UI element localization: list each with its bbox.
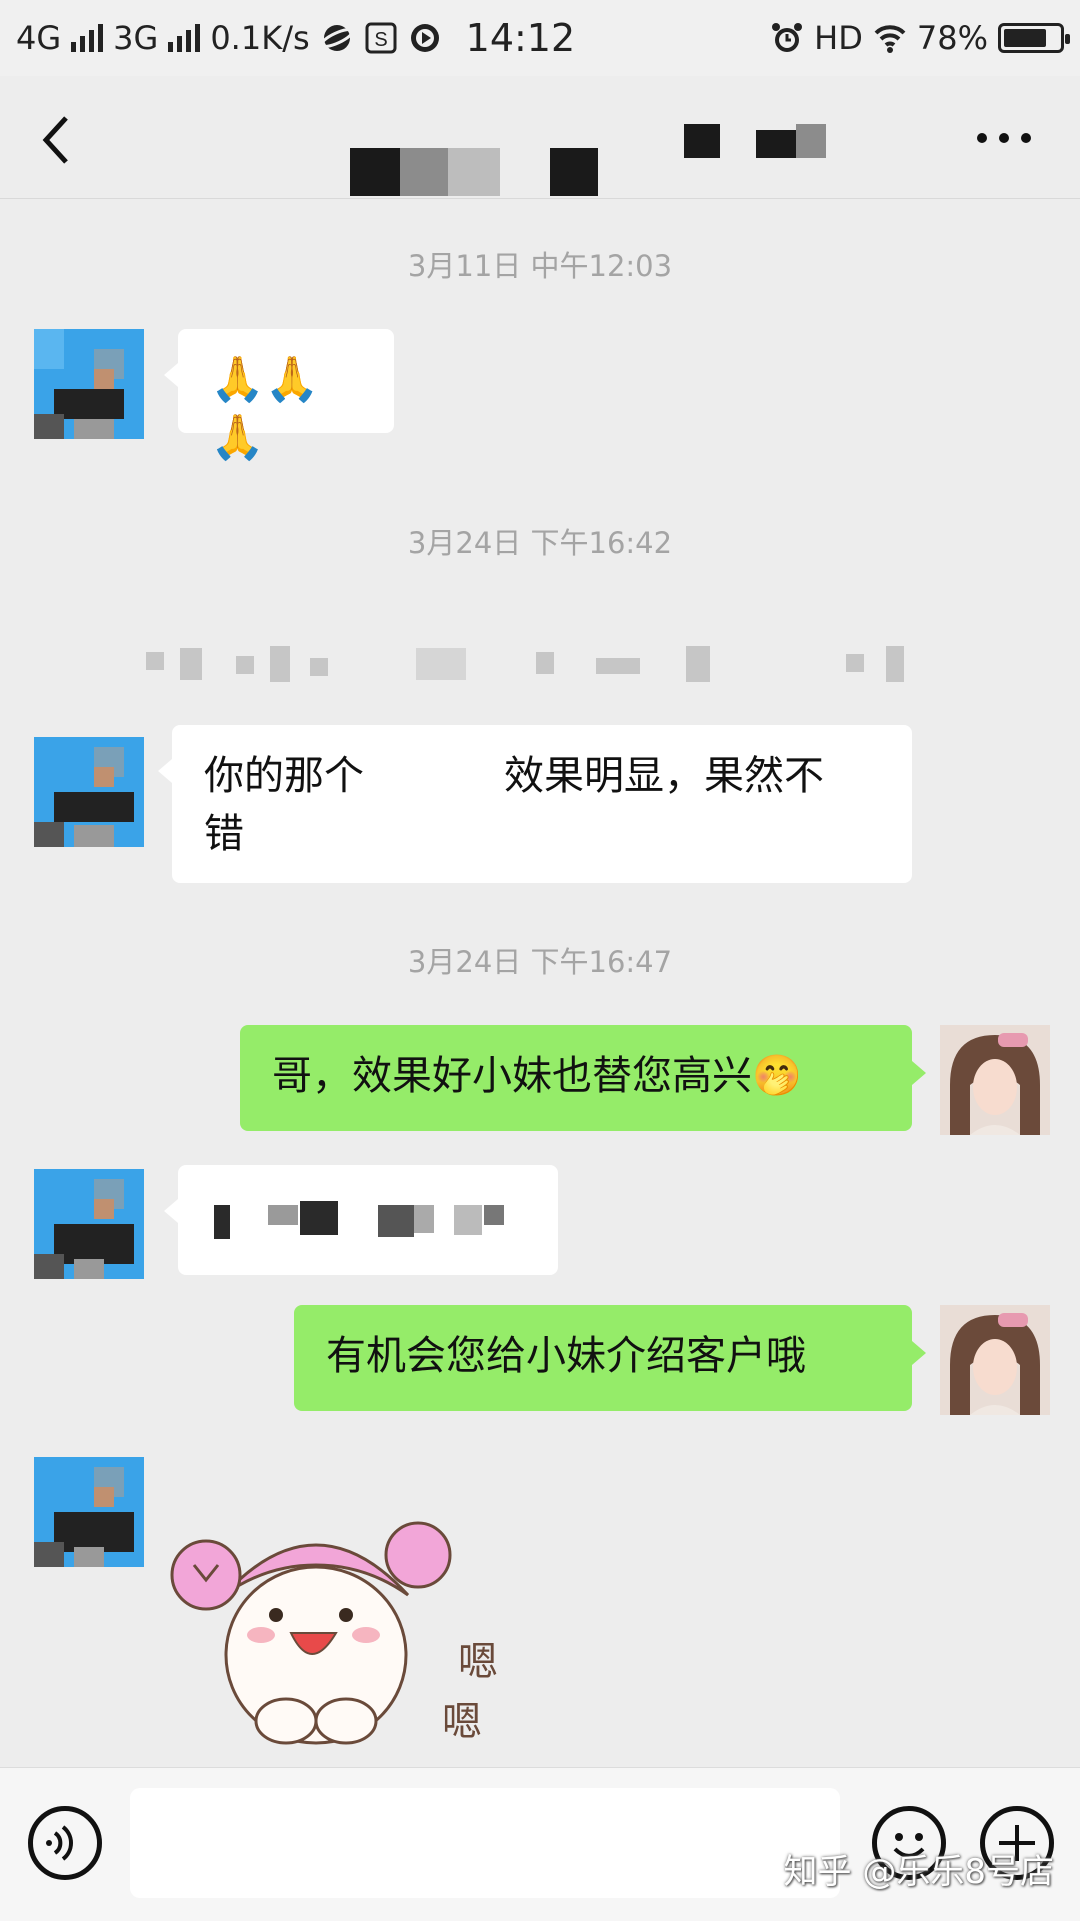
signal-icon-2 [168,24,201,52]
battery-icon [998,23,1070,53]
chat-header [0,76,1080,199]
battery-percent: 78% [916,19,988,57]
network-3g-label: 3G [113,19,159,57]
sticker-image[interactable]: 嗯 嗯 [166,1485,506,1767]
contact-avatar[interactable] [34,737,144,847]
message-text-part: 错 [204,811,244,857]
signal-icon [71,24,104,52]
timestamp: 3月24日 下午16:47 [407,945,673,979]
message-input[interactable] [130,1788,840,1898]
message-text-part: 你的那个 [204,753,364,799]
message-text-part: 效果明显，果然不 [504,753,824,799]
chevron-left-icon[interactable] [36,110,76,170]
contact-avatar[interactable] [34,1457,144,1567]
blurred-text [140,644,920,684]
s-app-icon: S [365,22,397,54]
my-avatar[interactable] [940,1305,1050,1415]
message-list[interactable]: 3月11日 中午12:03 🙏🙏🙏 3月24日 下午16:42 你的那个 效果明… [0,199,1080,1767]
watermark: 知乎 @乐乐8号店 [783,1852,1054,1892]
svg-text:嗯: 嗯 [442,1699,482,1745]
more-dots-icon[interactable] [974,118,1034,158]
play-app-icon [410,24,439,52]
message-bubble-outgoing[interactable]: 有机会您给小妹介绍客户哦 [294,1305,926,1411]
clock: 14:12 [465,16,576,60]
network-4g-label: 4G [16,19,62,57]
voice-icon [46,1825,73,1861]
contact-avatar[interactable] [34,329,144,439]
svg-text:S: S [374,29,387,51]
timestamp: 3月24日 下午16:42 [407,526,673,560]
planet-app-icon [319,25,354,51]
alarm-icon [772,23,803,52]
battery-fill [1004,29,1046,47]
network-speed: 0.1K/s [210,19,310,57]
message-bubble-outgoing[interactable]: 哥，效果好小妹也替您高兴🤭 [240,1025,926,1131]
status-right: HD 78% [770,14,1070,62]
status-left: 4G 3G 0.1K/s S 14:12 [16,14,575,62]
message-bubble-incoming[interactable]: 你的那个 效果明显，果然不 错 [158,725,912,883]
wifi-icon [874,25,906,53]
my-avatar[interactable] [940,1025,1050,1135]
timestamp: 3月11日 中午12:03 [407,249,673,283]
voice-input-button[interactable] [28,1806,102,1880]
hd-label: HD [814,19,863,57]
contact-avatar[interactable] [34,1169,144,1279]
message-bubble-incoming[interactable]: 🙏🙏🙏 [164,329,394,463]
sticker-caption: 嗯 [458,1639,498,1685]
status-bar: 4G 3G 0.1K/s S 14:12 HD 78% [0,0,1080,76]
input-bar: 知乎 @乐乐8号店 [0,1767,1080,1921]
message-bubble-incoming-blurred[interactable] [164,1165,558,1275]
